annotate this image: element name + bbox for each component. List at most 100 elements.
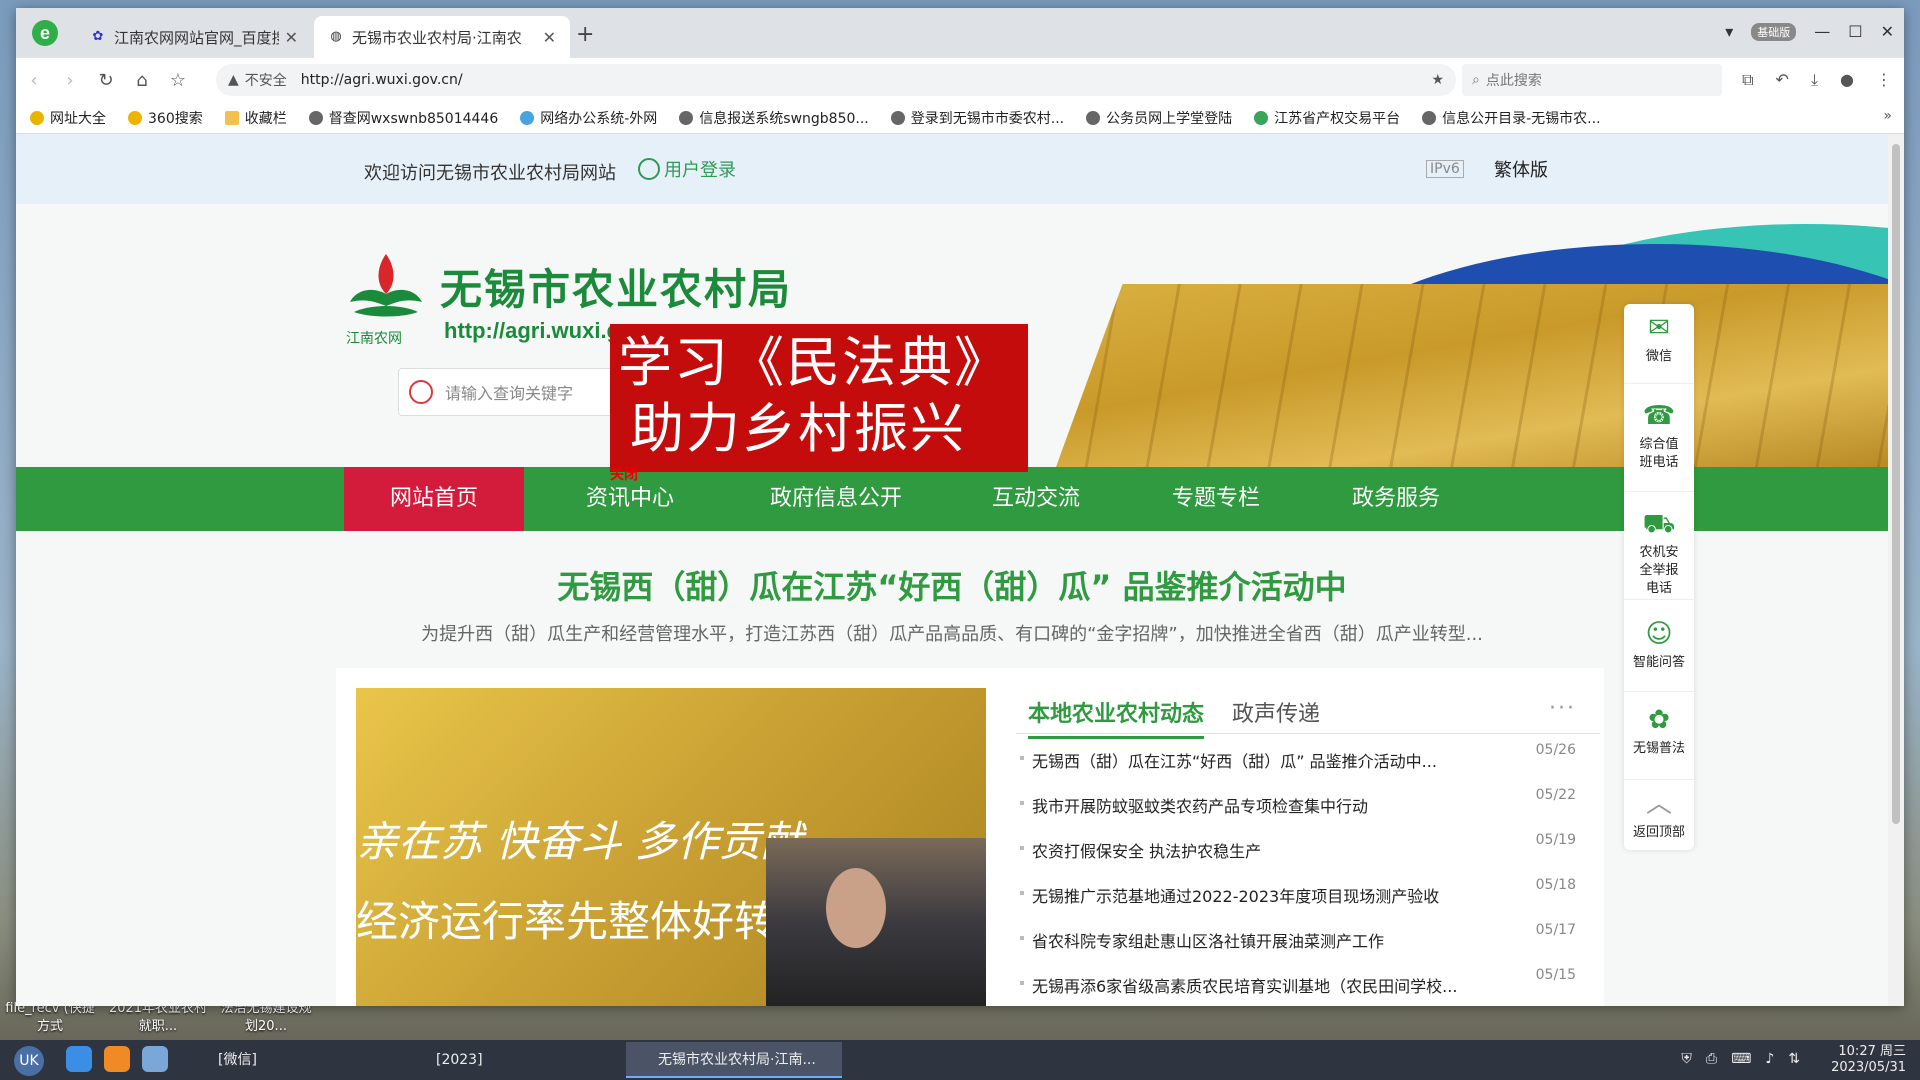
news-tabs: 本地农业农村动态 政声传递 ··· [1016,686,1600,739]
float-back-to-top[interactable]: ︿ 返回顶部 [1624,788,1694,846]
nav-interaction[interactable]: 互动交流 [946,467,1126,531]
page-viewport: 欢迎访问无锡市农业农村局网站 用户登录 IPv6 繁体版 无锡市农业农村局 ht… [16,134,1888,1006]
float-duty-phone[interactable]: ☎ 综合值班电话 [1624,400,1694,492]
float-wechat[interactable]: ✉ 微信 [1624,312,1694,384]
folder-icon [224,110,239,125]
undo-icon[interactable]: ↶ [1776,70,1789,90]
dropdown-icon[interactable]: ▾ [1725,22,1733,41]
popup-close-button[interactable]: 关闭 [610,464,638,484]
minimize-icon[interactable]: — [1814,22,1830,41]
news-item[interactable]: 省农科院专家组赴惠山区洛社镇开展油菜测产工作 05/17 [1016,922,1576,973]
traditional-chinese-link[interactable]: 繁体版 [1494,156,1548,182]
printer-icon[interactable]: ⎙ [1706,1051,1717,1067]
news-item[interactable]: 无锡再添6家省级高素质农民培育实训基地（农民田间学校... 05/15 [1016,967,1576,1006]
address-bar[interactable]: ▲ 不安全 http://agri.wuxi.gov.cn/ ★ [216,64,1456,96]
globe-icon [1086,110,1101,125]
file-manager-icon[interactable] [66,1046,92,1072]
arrow-up-icon: ︿ [1645,789,1672,819]
volume-icon[interactable]: ♪ [1765,1051,1774,1067]
site-title: 无锡市农业农村局 [440,265,793,314]
extensions-icon[interactable]: ⧉ [1742,70,1753,90]
page-scrollbar[interactable] [1888,134,1904,1006]
start-menu-icon[interactable]: UK [14,1046,44,1076]
nav-gov-info[interactable]: 政府信息公开 [736,467,936,531]
bookmark-item[interactable]: 信息报送系统swngb850... [679,108,869,128]
bookmark-icon [520,110,535,125]
globe-icon [308,110,323,125]
bullet-icon [1020,756,1024,760]
url-text[interactable]: http://agri.wuxi.gov.cn/ [301,72,1432,88]
globe-icon [1422,110,1437,125]
bookmark-icon [1254,110,1269,125]
nav-gov-services[interactable]: 政务服务 [1306,467,1486,531]
nav-home[interactable]: 网站首页 [344,467,524,531]
scroll-thumb[interactable] [1892,144,1900,824]
browser-search-input[interactable]: ⌕ 点此搜索 [1462,64,1722,96]
bookmark-item[interactable]: 收藏栏 [224,108,287,128]
robot-icon: ☺ [1645,619,1673,649]
clock[interactable]: 10:27 周三 2023/05/31 [1831,1044,1906,1076]
bookmark-item[interactable]: 江苏省产权交易平台 [1254,108,1400,128]
floating-sidebar: ✉ 微信 ☎ 综合值班电话 ⛟ 农机安全举报电话 ☺ 智能问答 ✿ 无锡普法 ︿ 返回顶部 [1624,304,1694,850]
news-item[interactable]: 我市开展防蚊驱蚊类农药产品专项检查集中行动 05/22 [1016,787,1576,838]
news-photo[interactable]: 亲在苏 快奋斗 多作贡献 经济运行率先整体好转 [356,688,986,1006]
browser-logo-icon[interactable]: e [32,20,58,46]
photo-banner-text-2: 经济运行率先整体好转 [356,897,777,946]
photo-face [826,868,886,948]
browser-window: e ✿ 江南农网网站官网_百度搜 ✕ ◍ 无锡市农业农村局·江南农 ✕ + ▾ … [16,8,1904,1006]
news-item[interactable]: 无锡推广示范基地通过2022-2023年度项目现场测产验收 05/18 [1016,877,1576,928]
tab-local-news[interactable]: 本地农业农村动态 [1028,696,1205,739]
bookmark-item[interactable]: 网址大全 [30,108,106,128]
float-tractor-report[interactable]: ⛟ 农机安全举报电话 [1624,508,1694,600]
float-wuxi-law[interactable]: ✿ 无锡普法 [1624,704,1694,780]
new-tab-button[interactable]: + [576,22,594,47]
download-icon[interactable]: ⤓ [1811,70,1818,90]
calculator-icon[interactable] [142,1046,168,1072]
menu-icon[interactable]: ⋮ [1876,70,1892,90]
maximize-icon[interactable]: ☐ [1848,22,1862,41]
news-item[interactable]: 农资打假保安全 执法护农稳生产 05/19 [1016,832,1576,883]
bullet-icon [1020,846,1024,850]
task-wechat[interactable]: [微信] [186,1042,396,1078]
keyboard-icon[interactable]: ⌨ [1731,1051,1751,1067]
tab-gov-voice[interactable]: 政声传递 [1232,696,1320,728]
tab-wuxi-agri[interactable]: ◍ 无锡市农业农村局·江南农 ✕ [314,16,570,58]
account-icon[interactable]: ● [1840,70,1854,90]
bookmark-item[interactable]: 网络办公系统-外网 [520,108,657,128]
back-icon[interactable]: ‹ [16,70,52,91]
news-item[interactable]: 无锡西（甜）瓜在江苏“好西（甜）瓜” 品鉴推介活动中... 05/26 [1016,742,1576,793]
bookmark-star-icon[interactable]: ★ [1431,72,1444,88]
tab-baidu[interactable]: ✿ 江南农网网站官网_百度搜 ✕ [76,16,312,58]
home-icon[interactable]: ⌂ [124,70,160,91]
forward-icon[interactable]: › [52,70,88,91]
shield-icon[interactable]: ⛨ [1681,1051,1692,1067]
floating-ad-popup[interactable]: 学习《民法典》 助力乡村振兴 [610,324,1028,472]
close-window-icon[interactable]: ✕ [1881,22,1894,41]
bookmark-item[interactable]: 360搜索 [128,108,203,128]
nav-special-topics[interactable]: 专题专栏 [1126,467,1306,531]
firefox-icon[interactable] [104,1046,130,1072]
more-news-button[interactable]: ··· [1549,696,1576,721]
favorite-star-icon[interactable]: ☆ [160,70,196,91]
task-folder-2023[interactable]: [2023] [404,1042,624,1078]
welcome-text: 欢迎访问无锡市农业农村局网站 [364,163,616,184]
float-smart-qa[interactable]: ☺ 智能问答 [1624,618,1694,692]
reload-icon[interactable]: ↻ [88,70,124,91]
bookmark-item[interactable]: 信息公开目录-无锡市农... [1422,108,1601,128]
bullet-icon [1020,981,1024,985]
bookmark-item[interactable]: 登录到无锡市市委农村... [890,108,1064,128]
close-tab-icon[interactable]: ✕ [543,28,556,47]
close-tab-icon[interactable]: ✕ [285,28,298,47]
edition-badge[interactable]: 基础版 [1751,22,1797,41]
user-login-link[interactable]: 用户登录 [638,156,736,182]
site-search-input[interactable]: 请输入查询关键字 [398,368,628,416]
bookmark-item[interactable]: 公务员网上学堂登陆 [1086,108,1232,128]
bookmarks-more-icon[interactable]: » [1883,108,1892,124]
search-icon [409,380,433,404]
bookmark-item[interactable]: 督查网wxswnb85014446 [308,108,498,128]
network-icon[interactable]: ⇅ [1788,1051,1800,1067]
task-browser[interactable]: 无锡市农业农村局·江南... [626,1042,842,1078]
headline-title[interactable]: 无锡西（甜）瓜在江苏“好西（甜）瓜” 品鉴推介活动中 [16,562,1888,608]
bullet-icon [1020,801,1024,805]
tab-title: 江南农网网站官网_百度搜 [114,28,279,47]
